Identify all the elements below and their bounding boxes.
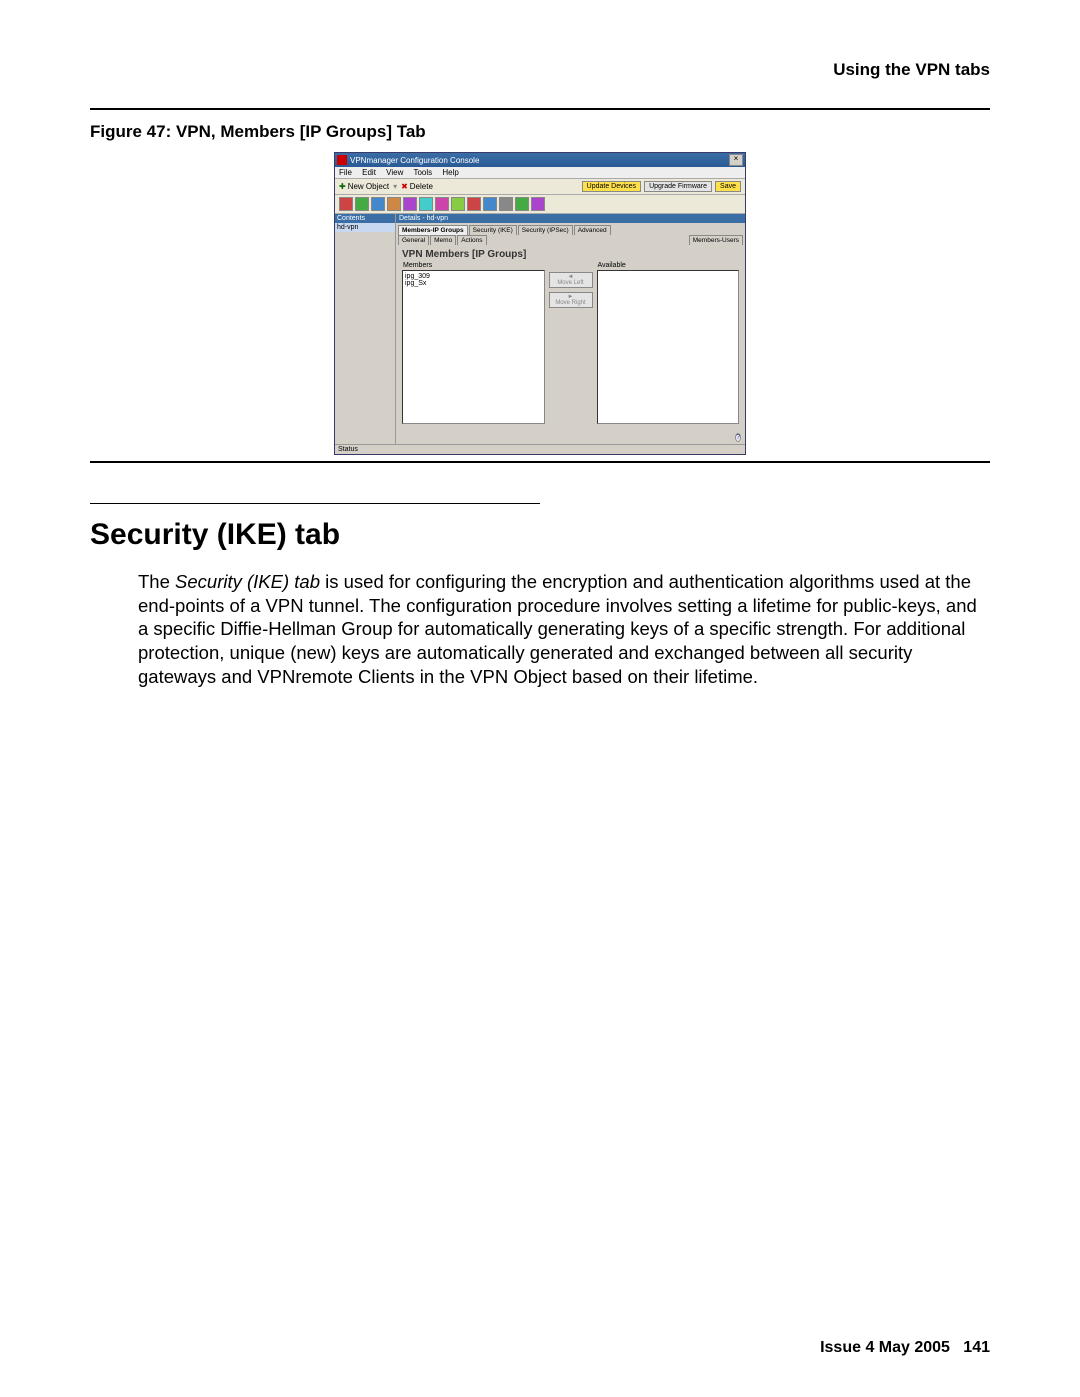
footer-page-number: 141 (963, 1339, 990, 1356)
tab-members-users[interactable]: Members-Users (689, 235, 743, 245)
status-label: Status (338, 446, 358, 453)
tab-security-ipsec[interactable]: Security (IPSec) (518, 225, 573, 235)
figure-bottom-rule (90, 461, 990, 463)
menu-view[interactable]: View (386, 168, 403, 177)
delete-label[interactable]: Delete (410, 182, 433, 191)
screenshot-container: VPNmanager Configuration Console × File … (90, 152, 990, 455)
status-bar: Status (335, 444, 745, 454)
delete-icon: ✖ (401, 182, 408, 191)
page-header-right: Using the VPN tabs (90, 60, 990, 80)
toolbar-icon-5[interactable] (419, 197, 433, 211)
list-item[interactable]: ipg_309 (405, 273, 542, 280)
upgrade-firmware-button[interactable]: Upgrade Firmware (644, 181, 712, 192)
menu-edit[interactable]: Edit (362, 168, 376, 177)
toolbar-icons (335, 195, 745, 214)
tab-advanced[interactable]: Advanced (574, 225, 611, 235)
toolbar-icon-0[interactable] (339, 197, 353, 211)
toolbar-icon-10[interactable] (499, 197, 513, 211)
tab-actions[interactable]: Actions (457, 235, 486, 245)
toolbar-icon-2[interactable] (371, 197, 385, 211)
panel-title: VPN Members [IP Groups] (396, 245, 745, 262)
toolbar-icon-8[interactable] (467, 197, 481, 211)
window-title: VPNmanager Configuration Console (350, 156, 479, 165)
update-devices-button[interactable]: Update Devices (582, 181, 641, 192)
tab-security-ike[interactable]: Security (IKE) (469, 225, 517, 235)
toolbar-icon-7[interactable] (451, 197, 465, 211)
term-security-ike-tab: Security (IKE) tab (175, 571, 320, 592)
tabs-row-1: Members-IP Groups Security (IKE) Securit… (396, 223, 745, 235)
new-object-label[interactable]: New Object (348, 182, 389, 191)
tab-memo[interactable]: Memo (430, 235, 456, 245)
available-listbox[interactable] (597, 270, 740, 424)
members-listbox[interactable]: ipg_309 ipg_Sx (402, 270, 545, 424)
list-item[interactable]: ipg_Sx (405, 280, 542, 287)
page-footer: Issue 4 May 2005 141 (820, 1339, 990, 1357)
tab-general[interactable]: General (398, 235, 429, 245)
top-rule (90, 108, 990, 110)
close-icon[interactable]: × (729, 154, 743, 166)
section-separator (90, 503, 540, 504)
move-left-button[interactable]: ◄ Move Left (549, 272, 593, 288)
menu-help[interactable]: Help (442, 168, 458, 177)
tab-members-ip-groups[interactable]: Members-IP Groups (398, 225, 468, 235)
toolbar-actions: ✚ New Object ▾ ✖ Delete Update Devices U… (335, 179, 745, 195)
new-object-icon: ✚ (339, 182, 346, 191)
menu-file[interactable]: File (339, 168, 352, 177)
toolbar-icon-6[interactable] (435, 197, 449, 211)
toolbar-icon-12[interactable] (531, 197, 545, 211)
titlebar: VPNmanager Configuration Console × (335, 153, 745, 167)
sidebar-header: Contents (335, 214, 395, 223)
save-button[interactable]: Save (715, 181, 741, 192)
tabs-row-2: General Memo Actions Members-Users (396, 235, 745, 245)
menu-tools[interactable]: Tools (413, 168, 432, 177)
toolbar-icon-9[interactable] (483, 197, 497, 211)
body-paragraph: The Security (IKE) tab is used for confi… (138, 570, 990, 688)
members-label: Members (402, 262, 545, 270)
available-label: Available (597, 262, 740, 270)
toolbar-icon-4[interactable] (403, 197, 417, 211)
section-heading: Security (IKE) tab (90, 518, 990, 552)
sidebar-item-hd-vpn[interactable]: hd-vpn (335, 223, 395, 232)
figure-caption: Figure 47: VPN, Members [IP Groups] Tab (90, 122, 990, 142)
toolbar-icon-3[interactable] (387, 197, 401, 211)
menubar: File Edit View Tools Help (335, 167, 745, 179)
sidebar: Contents hd-vpn (335, 214, 396, 444)
help-icon[interactable]: ? (735, 433, 741, 442)
toolbar-icon-11[interactable] (515, 197, 529, 211)
main-panel: Details - hd-vpn Members-IP Groups Secur… (396, 214, 745, 444)
app-icon (337, 155, 347, 165)
toolbar-icon-1[interactable] (355, 197, 369, 211)
details-header: Details - hd-vpn (396, 214, 745, 223)
app-window: VPNmanager Configuration Console × File … (334, 152, 746, 455)
transfer-panel: Members ipg_309 ipg_Sx ◄ Move Left (396, 262, 745, 430)
footer-issue: Issue 4 May 2005 (820, 1339, 950, 1356)
move-right-button[interactable]: ► Move Right (549, 292, 593, 308)
